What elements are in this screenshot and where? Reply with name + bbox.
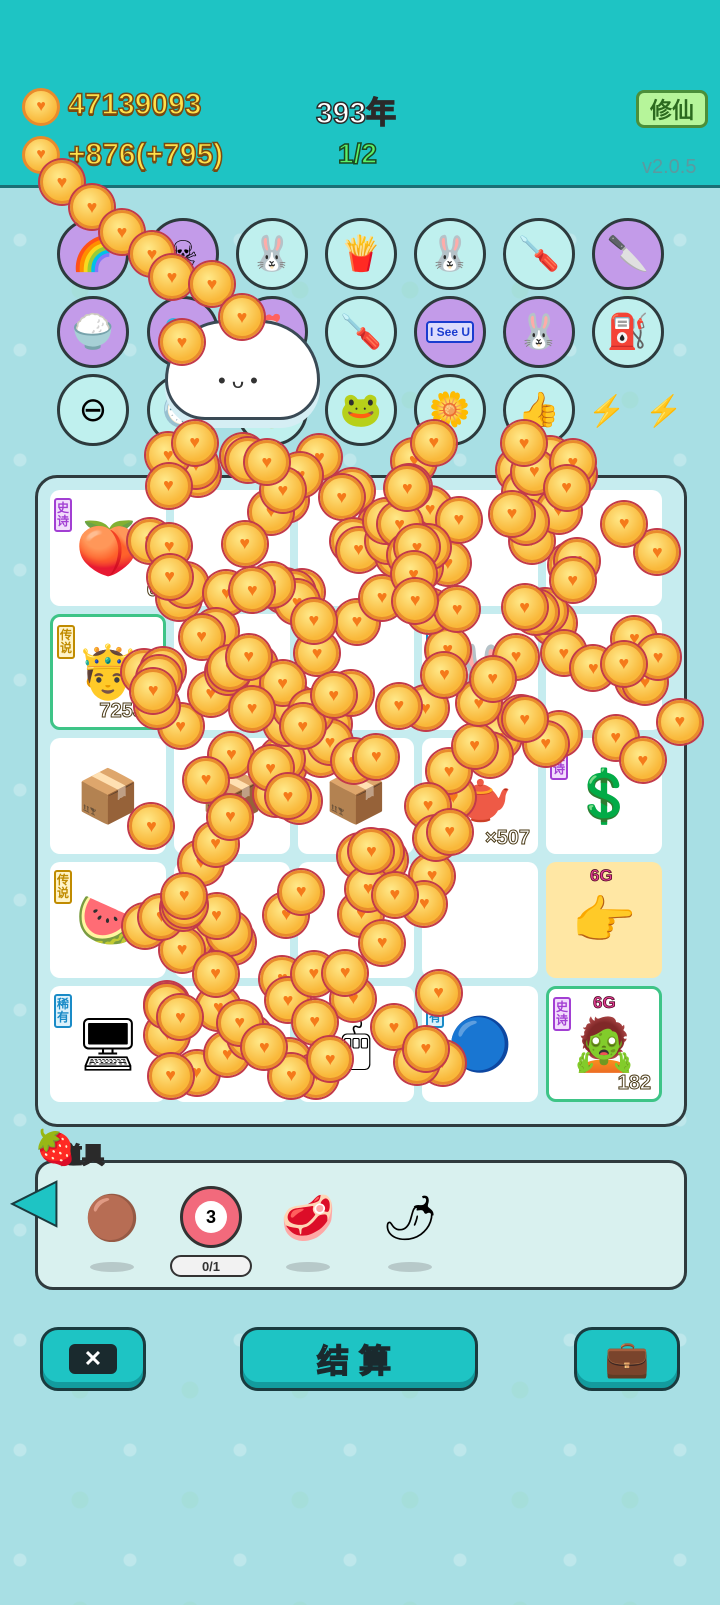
top-bar: ♥ 47139093 ♥ +876(+795) 393年 1/2 修仙 v2.0… bbox=[0, 0, 720, 188]
flying-coin-icon: ♥ bbox=[146, 463, 191, 508]
rabbit-icon[interactable]: 🐰 bbox=[236, 218, 308, 290]
lychee-icon[interactable]: 🟤 bbox=[72, 1178, 152, 1258]
flying-coin-icon: ♥ bbox=[230, 686, 275, 731]
flying-coin-icon: ♥ bbox=[131, 668, 176, 713]
i-see-u-label: I See U bbox=[425, 321, 475, 343]
rice-bowl-icon[interactable]: 🍚 bbox=[57, 296, 129, 368]
flying-coin-icon: ♥ bbox=[544, 465, 589, 510]
flying-coin-icon: ♥ bbox=[601, 641, 646, 686]
flying-coin-icon: ♥ bbox=[323, 950, 368, 995]
exit-button[interactable]: ✕ bbox=[40, 1327, 146, 1391]
prop-shadow bbox=[90, 1262, 134, 1272]
coin-total: 47139093 bbox=[67, 87, 202, 122]
prop-shadow bbox=[286, 1262, 330, 1272]
flying-coin-icon: ♥ bbox=[193, 951, 238, 996]
flying-coin-icon: ♥ bbox=[620, 738, 665, 783]
coin-icon: ♥ bbox=[22, 88, 60, 126]
flying-coin-icon: ♥ bbox=[376, 683, 421, 728]
flying-coin-icon: ♥ bbox=[222, 521, 267, 566]
close-icon: ✕ bbox=[69, 1344, 117, 1374]
flying-coin-icon: ♥ bbox=[502, 585, 547, 630]
flying-coin-icon: ♥ bbox=[162, 873, 207, 918]
cleaver-icon[interactable]: 🔪 bbox=[592, 218, 664, 290]
flying-coin-icon: ♥ bbox=[602, 501, 647, 546]
xiuxian-button[interactable]: 修仙 bbox=[636, 90, 708, 128]
rarity-tag: 传说 bbox=[57, 625, 75, 659]
flying-coin-icon: ♥ bbox=[160, 320, 204, 364]
flying-coin-icon: ♥ bbox=[470, 656, 515, 701]
pc-tower-icon: 🖥 bbox=[74, 1015, 141, 1074]
air-pump-icon[interactable]: ⛽ bbox=[592, 296, 664, 368]
flying-coin-icon: ♥ bbox=[150, 255, 194, 299]
chili-icon[interactable]: 🌶 bbox=[370, 1178, 450, 1258]
flying-coin-icon: ♥ bbox=[244, 440, 289, 485]
version-label: v2.0.5 bbox=[642, 156, 697, 178]
frog-icon[interactable]: 🐸 bbox=[325, 374, 397, 446]
rarity-tag: 稀有 bbox=[54, 994, 72, 1028]
rarity-tag: 传说 bbox=[54, 870, 72, 904]
flying-coin-icon: ♥ bbox=[411, 420, 456, 465]
rabbit-icon[interactable]: 🐰 bbox=[503, 296, 575, 368]
lightning-icon: ⚡ bbox=[587, 395, 626, 429]
briefcase-icon: 💼 bbox=[604, 1338, 650, 1379]
flying-coin-icon: ♥ bbox=[148, 1053, 193, 1098]
settle-label: 结算 bbox=[316, 1342, 401, 1380]
board-cell-zombie-face[interactable]: 🧟 史诗 6G 182 bbox=[546, 986, 662, 1102]
flying-coin-icon: ♥ bbox=[354, 734, 399, 779]
i-see-u-sign-icon[interactable]: I See U bbox=[414, 296, 486, 368]
scroll-left-arrow-icon[interactable]: ◀ bbox=[11, 1165, 58, 1233]
year-counter: 393年 bbox=[315, 96, 397, 131]
prop-progress: 0/1 bbox=[170, 1255, 252, 1277]
strawberry-icon: 🍓 bbox=[34, 1129, 77, 1167]
flying-coin-icon: ♥ bbox=[452, 723, 497, 768]
flying-coin-icon: ♥ bbox=[291, 598, 336, 643]
zombie-face-icon: 🧟 bbox=[571, 1015, 637, 1074]
no-entry-icon[interactable]: ⊖ bbox=[57, 374, 129, 446]
rarity-tag: 史诗 bbox=[54, 498, 72, 532]
flying-coin-icon: ♥ bbox=[360, 920, 405, 965]
screwdriver-icon[interactable]: 🪛 bbox=[325, 296, 397, 368]
flying-coin-icon: ♥ bbox=[372, 872, 417, 917]
briefcase-button[interactable]: 💼 bbox=[574, 1327, 680, 1391]
board-cell-pointing-hand[interactable]: 👉 6G bbox=[546, 862, 662, 978]
cloud-face-icon: • ᴗ • bbox=[218, 368, 258, 393]
target-prop[interactable]: 3 bbox=[180, 1186, 242, 1248]
coin-income: +876(+795) bbox=[67, 137, 224, 172]
prop-shadow bbox=[388, 1262, 432, 1272]
flying-coin-icon: ♥ bbox=[226, 634, 271, 679]
fries-icon[interactable]: 🍟 bbox=[325, 218, 397, 290]
level-progress: 1/2 bbox=[337, 137, 377, 170]
flying-coin-icon: ♥ bbox=[435, 587, 480, 631]
item-count: 182 bbox=[617, 1072, 651, 1095]
flying-coin-icon: ♥ bbox=[490, 491, 535, 536]
item-count: ×507 bbox=[484, 827, 530, 850]
flying-coin-icon: ♥ bbox=[184, 757, 229, 802]
rarity-tag: 史诗 bbox=[553, 997, 571, 1031]
flying-coin-icon: ♥ bbox=[147, 554, 192, 599]
flying-coin-icon: ♥ bbox=[208, 794, 253, 839]
flying-coin-icon: ♥ bbox=[172, 420, 217, 465]
flying-coin-icon: ♥ bbox=[427, 809, 472, 854]
liver-icon[interactable]: 🥩 bbox=[268, 1178, 348, 1258]
flying-coin-icon: ♥ bbox=[220, 295, 264, 339]
flying-coin-icon: ♥ bbox=[265, 774, 310, 819]
flying-coin-icon: ♥ bbox=[657, 699, 702, 744]
lightning-icon: ⚡ bbox=[644, 395, 683, 429]
rabbit-icon[interactable]: 🐰 bbox=[414, 218, 486, 290]
flying-coin-icon: ♥ bbox=[416, 970, 461, 1015]
flying-coin-icon: ♥ bbox=[279, 869, 324, 914]
flying-coin-icon: ♥ bbox=[502, 697, 547, 742]
sixg-badge: 6G bbox=[590, 866, 613, 886]
pointing-hand-icon: 👉 bbox=[571, 891, 637, 950]
flying-coin-icon: ♥ bbox=[319, 475, 364, 520]
flying-coin-icon: ♥ bbox=[311, 673, 356, 718]
flying-coin-icon: ♥ bbox=[403, 1026, 448, 1071]
settle-button[interactable]: 结算 bbox=[240, 1327, 478, 1391]
target-number: 3 bbox=[195, 1201, 227, 1233]
flying-coin-icon: ♥ bbox=[550, 558, 595, 603]
sixg-badge: 6G bbox=[593, 993, 616, 1013]
flying-coin-icon: ♥ bbox=[502, 421, 547, 466]
flying-coin-icon: ♥ bbox=[393, 578, 438, 623]
screwdriver-icon[interactable]: 🪛 bbox=[503, 218, 575, 290]
